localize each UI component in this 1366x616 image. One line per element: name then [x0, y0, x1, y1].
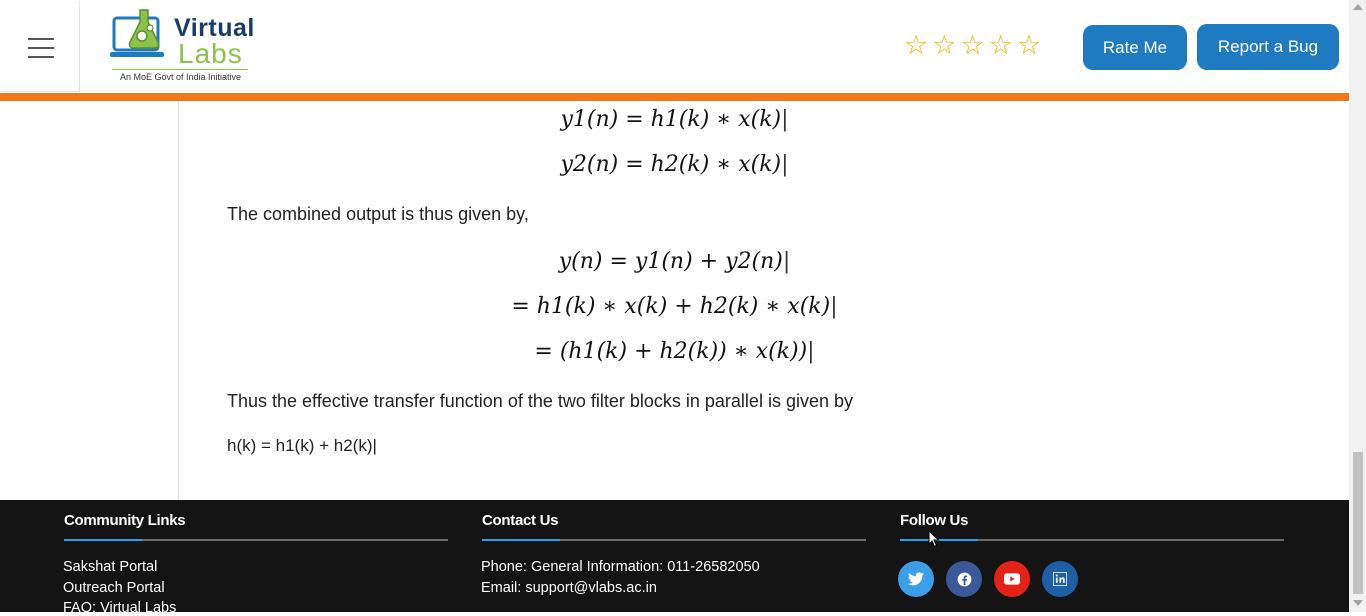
star-icon-3[interactable]: ☆: [960, 32, 984, 59]
equation-y1: y1(n) = h1(k) ∗ x(k)|: [560, 107, 789, 132]
link-faq-virtual-labs[interactable]: FAQ: Virtual Labs: [63, 600, 176, 616]
link-outreach-portal[interactable]: Outreach Portal: [63, 580, 165, 596]
star-icon-4[interactable]: ☆: [989, 32, 1013, 59]
site-footer: Community Links Sakshat Portal Outreach …: [0, 500, 1349, 616]
scroll-down-arrow-icon[interactable]: [1353, 600, 1363, 606]
paragraph-transfer-function: Thus the effective transfer function of …: [227, 391, 853, 411]
logo-text-labs: Labs: [178, 38, 243, 69]
equation-factored: = (h1(k) + h2(k)) ∗ x(k))|: [534, 339, 815, 364]
paragraph-combined-output: The combined output is thus given by,: [227, 204, 529, 224]
heading-underline-accent: [482, 539, 560, 541]
facebook-icon[interactable]: [946, 561, 982, 597]
logo-divider: [112, 69, 248, 70]
contact-phone: Phone: General Information: 011-26582050: [481, 559, 760, 575]
equation-y2: y2(n) = h2(k) ∗ x(k)|: [560, 152, 789, 177]
contact-email[interactable]: Email: support@vlabs.ac.in: [481, 580, 657, 596]
menu-container: [1, 1, 80, 92]
mouse-cursor-icon: [928, 530, 940, 548]
star-icon-1[interactable]: ☆: [904, 32, 928, 59]
heading-underline-accent: [64, 539, 142, 541]
star-icon-2[interactable]: ☆: [932, 32, 956, 59]
linkedin-icon[interactable]: [1042, 561, 1078, 597]
site-header: Virtual Labs An MoE Govt of India Initia…: [0, 0, 1349, 93]
rating-stars[interactable]: ☆ ☆ ☆ ☆ ☆: [904, 32, 1041, 59]
equation-y-sum: y(n) = y1(n) + y2(n)|: [558, 249, 791, 274]
rate-me-button[interactable]: Rate Me: [1083, 25, 1187, 70]
star-icon-5[interactable]: ☆: [1017, 32, 1041, 59]
equation-expanded: = h1(k) ∗ x(k) + h2(k) ∗ x(k)|: [511, 294, 838, 319]
logo-flask-icon: [110, 9, 164, 57]
youtube-icon[interactable]: [994, 561, 1030, 597]
community-links-heading: Community Links: [64, 512, 186, 529]
equation-transfer-function: h(k) = h1(k) + h2(k)|: [227, 436, 377, 455]
contact-us-heading: Contact Us: [482, 512, 559, 529]
hamburger-menu-icon[interactable]: [28, 38, 54, 65]
follow-us-heading: Follow Us: [900, 512, 969, 529]
logo-tagline: An MoE Govt of India Initiative: [120, 72, 242, 82]
link-sakshat-portal[interactable]: Sakshat Portal: [63, 559, 157, 575]
header-accent-bar: [0, 93, 1349, 101]
scrollbar-thumb[interactable]: [1353, 452, 1363, 594]
virtual-labs-logo[interactable]: Virtual Labs An MoE Govt of India Initia…: [108, 6, 268, 86]
scroll-up-arrow-icon[interactable]: [1353, 4, 1363, 10]
twitter-icon[interactable]: [898, 561, 934, 597]
report-bug-button[interactable]: Report a Bug: [1197, 24, 1339, 70]
